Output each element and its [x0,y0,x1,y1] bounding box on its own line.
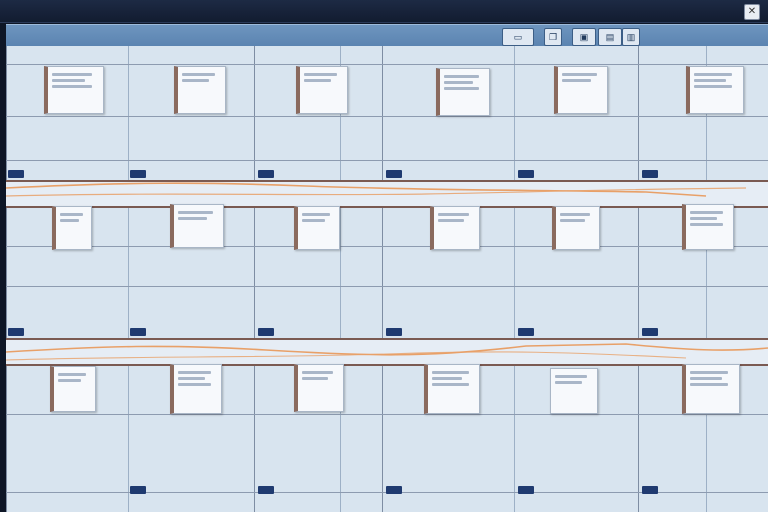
panel-icon[interactable]: ▥ [622,28,640,46]
task-card[interactable] [294,206,340,250]
connector-lines [6,182,768,361]
panel-icon[interactable]: ▤ [598,28,622,46]
close-icon[interactable]: ✕ [744,4,760,20]
task-card[interactable] [424,364,480,414]
task-card[interactable] [170,204,224,248]
task-card[interactable] [44,66,104,114]
swimlane-grid [6,46,768,512]
task-card[interactable] [686,66,744,114]
task-card[interactable] [436,68,490,116]
task-card[interactable] [296,66,348,114]
connector-line [6,343,768,356]
task-card[interactable] [682,204,734,250]
select-icon[interactable]: ▭ [502,28,534,46]
toolbar: ▭ ❐ ▣ ▤ ▥ [6,24,768,48]
title-bar: ✕ [0,0,768,23]
task-card[interactable] [550,368,598,414]
task-card[interactable] [430,206,480,250]
task-card[interactable] [682,364,740,414]
task-card[interactable] [52,206,92,250]
task-card[interactable] [552,206,600,250]
task-card[interactable] [170,364,222,414]
copy-icon[interactable]: ❐ [544,28,562,46]
panel-icon[interactable]: ▣ [572,28,596,46]
task-card[interactable] [174,66,226,114]
task-card[interactable] [554,66,608,114]
task-card[interactable] [50,366,96,412]
task-card[interactable] [294,364,344,412]
